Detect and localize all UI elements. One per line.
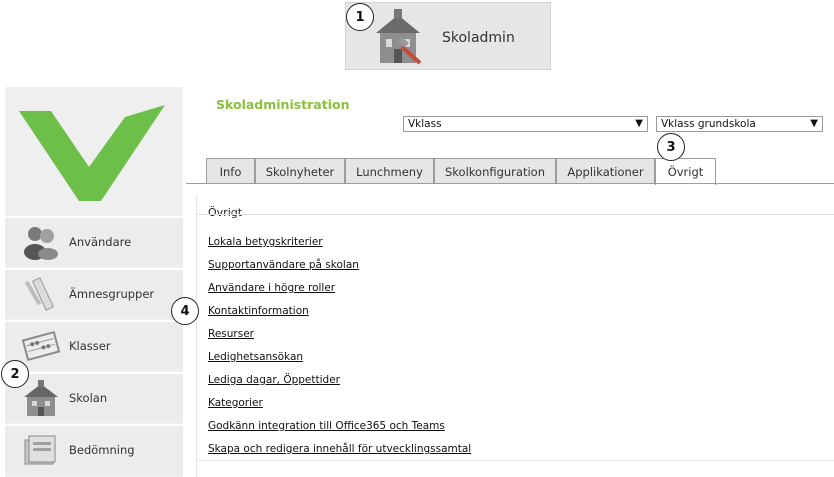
link-supportanvandare[interactable]: Supportanvändare på skolan	[208, 259, 471, 282]
chevron-down-icon: ▼	[810, 118, 818, 129]
sidebar: Användare Ämnesgrupper Klasser Skolan Be…	[5, 87, 183, 477]
chevron-down-icon: ▼	[635, 118, 643, 129]
green-v-logo	[19, 105, 165, 201]
link-utvecklingssamtal[interactable]: Skapa och redigera innehåll för utveckli…	[208, 443, 471, 466]
callout-badge-3: 3	[657, 133, 685, 161]
bottom-divider	[197, 460, 834, 461]
sidebar-item-klasser[interactable]: Klasser	[5, 320, 183, 370]
link-list: Lokala betygskriterier Supportanvändare …	[208, 236, 471, 466]
link-office365-teams[interactable]: Godkänn integration till Office365 och T…	[208, 420, 471, 443]
section-title: Övrigt	[208, 206, 243, 219]
tab-skolnyheter[interactable]: Skolnyheter	[255, 158, 345, 184]
sidebar-item-label: Ämnesgrupper	[69, 287, 155, 301]
school-house-icon	[24, 380, 58, 416]
users-icon	[24, 227, 58, 260]
sidebar-item-anvandare[interactable]: Användare	[5, 216, 183, 266]
callout-badge-1: 1	[346, 3, 374, 31]
callout-badge-2: 2	[1, 360, 29, 388]
sidebar-item-label: Bedömning	[69, 443, 135, 457]
school-select[interactable]: Vklass grundskola ▼	[656, 116, 823, 132]
tab-skolkonfiguration[interactable]: Skolkonfiguration	[434, 158, 556, 184]
tab-info[interactable]: Info	[206, 158, 255, 184]
skoladmin-tile[interactable]: Skoladmin	[345, 2, 551, 70]
organization-select[interactable]: Vklass ▼	[403, 116, 648, 132]
sidebar-item-bedomning[interactable]: Bedömning	[5, 424, 183, 474]
sidebar-item-label: Skolan	[69, 391, 108, 405]
sidebar-item-amnesgrupper[interactable]: Ämnesgrupper	[5, 268, 183, 318]
skoladmin-label: Skoladmin	[442, 30, 515, 46]
folder-icon	[24, 435, 56, 465]
link-resurser[interactable]: Resurser	[208, 328, 471, 351]
tab-applikationer[interactable]: Applikationer	[556, 158, 655, 184]
link-lediga-dagar[interactable]: Lediga dagar, Öppettider	[208, 374, 471, 397]
ruler-pencil-icon	[24, 277, 55, 311]
section-divider	[197, 214, 834, 215]
content-panel: Övrigt Lokala betygskriterier Supportanv…	[196, 196, 834, 477]
link-kategorier[interactable]: Kategorier	[208, 397, 471, 420]
link-lokala-betygskriterier[interactable]: Lokala betygskriterier	[208, 236, 471, 259]
link-kontaktinformation[interactable]: Kontaktinformation	[208, 305, 471, 328]
sidebar-item-label: Klasser	[69, 339, 111, 353]
school-house-hammer-icon	[376, 9, 422, 65]
organization-select-value: Vklass	[408, 118, 442, 130]
school-select-value: Vklass grundskola	[661, 118, 756, 130]
tab-lunchmeny[interactable]: Lunchmeny	[345, 158, 434, 184]
tab-divider	[186, 183, 834, 184]
link-ledighetsansokan[interactable]: Ledighetsansökan	[208, 351, 471, 374]
link-anvandare-hogre-roller[interactable]: Användare i högre roller	[208, 282, 471, 305]
sidebar-item-label: Användare	[69, 235, 132, 249]
sidebar-item-skolan[interactable]: Skolan	[5, 372, 183, 422]
abacus-icon	[21, 330, 61, 362]
callout-badge-4: 4	[171, 297, 199, 325]
page-title: Skoladministration	[216, 97, 350, 112]
tab-ovrigt[interactable]: Övrigt	[655, 158, 716, 185]
